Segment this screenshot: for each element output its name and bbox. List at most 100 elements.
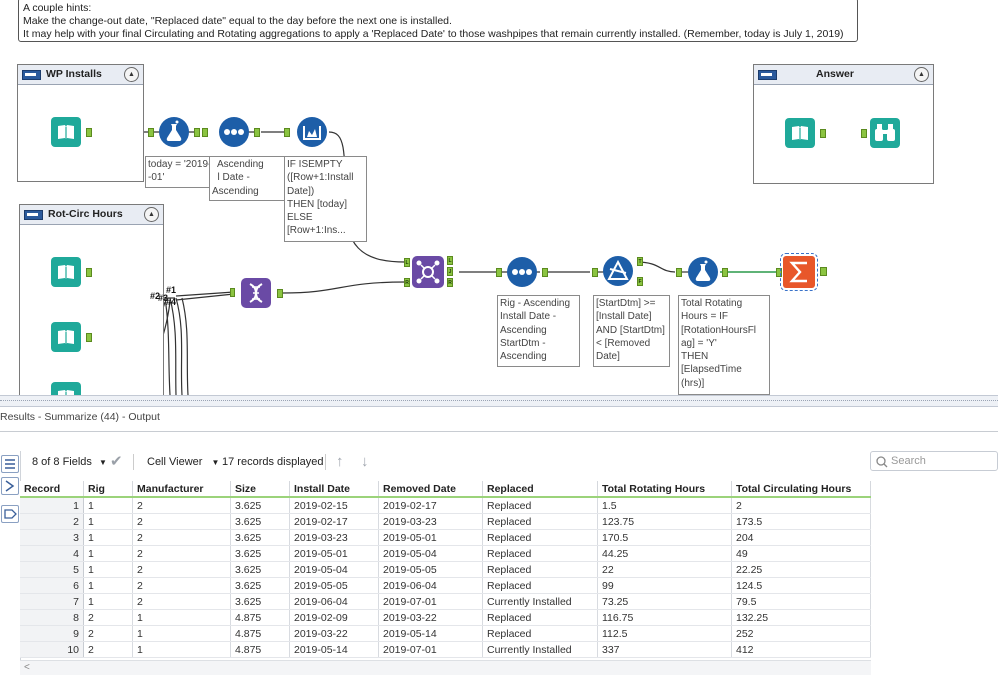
table-row[interactable]: 1 1 2 3.625 2019-02-15 2019-02-17 Replaced 1.5 2 [20,497,871,514]
table-cell[interactable]: 2019-05-14 [378,625,483,642]
input-data-tool[interactable] [51,382,81,395]
output-anchor[interactable] [254,128,260,137]
record-number-cell[interactable]: 6 [20,577,84,594]
table-cell[interactable]: 2019-02-17 [378,497,483,514]
join-right-output-anchor[interactable]: R [447,278,453,287]
table-cell[interactable]: 204 [731,529,871,546]
union-tool[interactable] [241,278,271,308]
table-cell[interactable]: Replaced [482,497,598,514]
sort-tool[interactable] [219,117,249,147]
table-cell[interactable]: Replaced [482,513,598,530]
tag-view-icon[interactable] [1,505,19,523]
table-cell[interactable]: 1 [132,609,231,626]
union-input-anchor[interactable] [230,288,235,297]
table-cell[interactable]: 1 [83,545,133,562]
fields-dropdown[interactable]: 8 of 8 Fields ▼ [32,453,107,471]
table-row[interactable]: 10 2 1 4.875 2019-05-14 2019-07-01 Currently I… [20,641,871,658]
output-anchor[interactable] [722,268,728,277]
table-cell[interactable]: 116.75 [597,609,732,626]
table-row[interactable]: 9 2 1 4.875 2019-03-22 2019-05-14 Replaced 112.… [20,625,871,642]
col-manufacturer[interactable]: Manufacturer [132,481,231,498]
output-anchor[interactable] [820,129,826,138]
table-cell[interactable]: 3.625 [230,529,290,546]
table-cell[interactable]: 1 [83,593,133,610]
formula-tool[interactable] [159,117,189,147]
table-row[interactable]: 3 1 2 3.625 2019-03-23 2019-05-01 Replaced 170.… [20,529,871,546]
table-cell[interactable]: 49 [731,545,871,562]
table-cell[interactable]: 412 [731,641,871,658]
table-cell[interactable]: 2019-05-04 [378,545,483,562]
container-header[interactable]: Rot-Circ Hours ▲ [20,205,163,225]
record-number-cell[interactable]: 9 [20,625,84,642]
summarize-tool[interactable] [780,253,818,291]
table-cell[interactable]: 1 [83,513,133,530]
join-output-anchor[interactable]: J [447,267,453,276]
record-number-cell[interactable]: 4 [20,545,84,562]
table-cell[interactable]: 2019-05-01 [378,529,483,546]
join-right-anchor[interactable]: R [404,278,410,287]
table-cell[interactable]: 252 [731,625,871,642]
table-cell[interactable]: 173.5 [731,513,871,530]
output-anchor[interactable] [194,128,200,137]
col-size[interactable]: Size [230,481,290,498]
input-data-tool[interactable] [51,117,81,147]
arrow-down-icon[interactable]: ↓ [361,453,369,471]
table-cell[interactable]: Currently Installed [482,641,598,658]
table-cell[interactable]: 170.5 [597,529,732,546]
container-answer[interactable]: Answer ▲ [753,64,934,184]
multi-row-formula-tool[interactable] [297,117,327,147]
table-cell[interactable]: 1 [83,577,133,594]
input-anchor[interactable] [676,268,682,277]
col-total-circulating-hours[interactable]: Total Circulating Hours [731,481,871,498]
col-removed-date[interactable]: Removed Date [378,481,483,498]
table-cell[interactable]: 124.5 [731,577,871,594]
grid-view-icon[interactable] [1,455,19,473]
table-cell[interactable]: 79.5 [731,593,871,610]
table-cell[interactable]: 2019-03-22 [378,609,483,626]
table-cell[interactable]: 1.5 [597,497,732,514]
table-cell[interactable]: 2 [132,593,231,610]
output-anchor[interactable] [277,289,283,298]
join-left-output-anchor[interactable]: L [447,256,453,265]
table-cell[interactable]: 99 [597,577,732,594]
table-cell[interactable]: 2 [132,577,231,594]
table-row[interactable]: 7 1 2 3.625 2019-06-04 2019-07-01 Currently In… [20,593,871,610]
input-anchor[interactable] [776,268,782,277]
output-anchor[interactable] [86,333,92,342]
col-install-date[interactable]: Install Date [289,481,379,498]
record-number-cell[interactable]: 3 [20,529,84,546]
search-input[interactable]: Search [870,451,998,471]
join-left-anchor[interactable]: L [404,258,410,267]
table-cell[interactable]: 337 [597,641,732,658]
table-cell[interactable]: 2019-02-09 [289,609,379,626]
container-header[interactable]: Answer ▲ [754,65,933,85]
horizontal-scrollbar[interactable]: < [20,660,871,675]
table-cell[interactable]: 1 [132,625,231,642]
input-anchor[interactable] [496,268,502,277]
table-cell[interactable]: 2019-07-01 [378,641,483,658]
hints-comment[interactable]: A couple hints: Make the change-out date… [18,0,858,42]
filter-tool[interactable] [603,256,633,286]
col-replaced[interactable]: Replaced [482,481,598,498]
table-cell[interactable]: 1 [83,529,133,546]
table-cell[interactable]: 3.625 [230,577,290,594]
table-cell[interactable]: 2 [731,497,871,514]
table-cell[interactable]: 2019-05-01 [289,545,379,562]
record-number-cell[interactable]: 8 [20,609,84,626]
table-cell[interactable]: 3.625 [230,513,290,530]
table-cell[interactable]: 2019-05-05 [378,561,483,578]
table-cell[interactable]: 2 [132,497,231,514]
table-cell[interactable]: 4.875 [230,625,290,642]
table-cell[interactable]: Replaced [482,545,598,562]
table-cell[interactable]: 2019-05-05 [289,577,379,594]
table-cell[interactable]: 123.75 [597,513,732,530]
record-number-cell[interactable]: 7 [20,593,84,610]
table-cell[interactable]: 4.875 [230,641,290,658]
table-cell[interactable]: 132.25 [731,609,871,626]
table-cell[interactable]: 2 [132,513,231,530]
input-data-tool[interactable] [51,257,81,287]
cell-viewer-dropdown[interactable]: Cell Viewer ▼ [147,453,219,471]
table-cell[interactable]: 3.625 [230,545,290,562]
arrow-up-icon[interactable]: ↑ [336,453,344,471]
table-cell[interactable]: 2019-06-04 [378,577,483,594]
